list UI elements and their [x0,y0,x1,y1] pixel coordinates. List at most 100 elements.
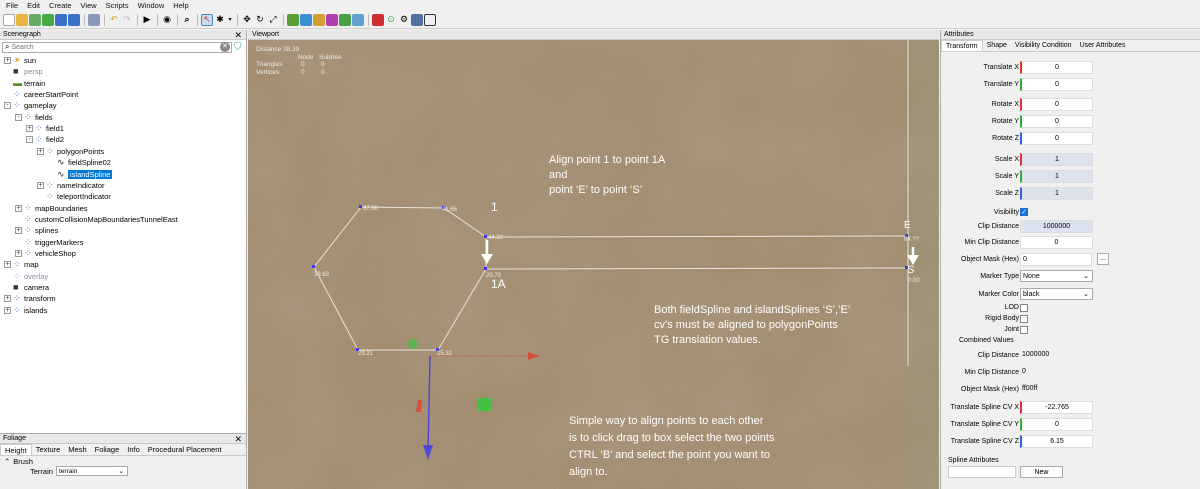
expand-icon[interactable]: + [37,181,44,189]
open-folder-icon[interactable] [16,13,28,26]
foliage-paint-icon[interactable] [313,13,325,26]
play-icon[interactable]: ▶ [141,14,153,26]
import-icon[interactable] [29,13,41,26]
window-icon[interactable] [424,13,436,26]
scale-x-field[interactable]: 1 [1020,152,1093,166]
tree-node[interactable]: ⁘ careerStartPoint [4,89,78,100]
object-mask-field[interactable]: 0 [1020,252,1092,266]
close-icon[interactable]: ✕ [234,434,242,444]
tab-mesh[interactable]: Mesh [64,444,90,455]
tab-height[interactable]: Height [0,444,32,455]
tab-user-attributes[interactable]: User Attributes [1076,40,1130,51]
select-tool-icon[interactable]: ↖ [201,13,213,26]
close-icon[interactable]: ✕ [234,30,242,40]
cv-point[interactable] [484,267,487,270]
gear-icon[interactable]: ⚙ [398,14,410,26]
rotate-icon[interactable]: ↻ [254,14,266,26]
undo-icon[interactable]: ↶ [108,14,120,26]
menu-file[interactable]: File [6,1,18,10]
tree-node[interactable]: ⁘ customCollisionMapBoundariesTunnelEast [15,214,178,225]
terrain-sculpt-icon[interactable] [300,13,312,26]
terrain-select[interactable]: terrain ⌄ [55,466,128,476]
move-icon[interactable]: ✥ [241,14,253,26]
tree-node[interactable]: + ⁘ vehicleShop [15,248,76,259]
search-input[interactable] [11,43,220,51]
spline-cv-z-field[interactable]: 6.15 [1020,434,1093,448]
spline-tool-icon[interactable] [352,13,364,26]
scale-y-field[interactable]: 1 [1020,169,1093,183]
menu-help[interactable]: Help [173,1,188,10]
tree-node[interactable]: ∿ islandSpline [48,169,113,180]
collapse-icon[interactable]: - [26,136,33,144]
collapse-icon[interactable]: - [4,102,11,110]
snap-icon[interactable]: ✱ [214,14,226,26]
expand-icon[interactable]: + [15,227,22,235]
expand-icon[interactable]: + [4,57,11,64]
tab-texture[interactable]: Texture [32,444,65,455]
new-file-icon[interactable] [3,13,15,26]
cv-point[interactable] [312,265,315,268]
expand-icon[interactable]: + [4,295,11,303]
spline-cv-y-field[interactable]: 0 [1020,417,1093,431]
tree-node[interactable]: + ⁘ splines [15,225,58,236]
viewport-canvas[interactable]: Distance 38.39 Node Subtree Triangles 0 … [248,40,939,489]
marker-color-select[interactable]: black ⌄ [1020,288,1093,300]
clear-search-icon[interactable]: ✕ [220,42,230,52]
menu-window[interactable]: Window [138,1,165,10]
translate-x-field[interactable]: 0 [1020,60,1093,74]
decal-icon[interactable] [326,13,338,26]
menu-scripts[interactable]: Scripts [106,1,129,10]
tree-node[interactable]: + ⁘ polygonPoints [37,146,104,157]
tab-procedural-placement[interactable]: Procedural Placement [144,444,226,455]
rotate-z-field[interactable]: 0 [1020,131,1093,145]
rotate-x-field[interactable]: 0 [1020,97,1093,111]
expand-icon[interactable]: + [4,306,11,314]
filter-icon[interactable]: ⛉ [234,42,244,53]
tree-node[interactable]: + ⁘ islands [4,305,47,316]
tree-node[interactable]: ⁘ triggerMarkers [15,237,83,248]
rigid-body-checkbox[interactable] [1020,315,1028,323]
terrain-paint-icon[interactable] [287,13,299,26]
dropdown-arrow-icon[interactable]: ▾ [227,14,233,26]
tree-node[interactable]: ⁘ overlay [4,271,48,282]
brush-section[interactable]: ⌃ Brush [0,456,246,466]
tree-node[interactable]: + ⁘ mapBoundaries [15,203,88,214]
marker-type-select[interactable]: None ⌄ [1020,270,1093,282]
expand-icon[interactable]: + [15,249,22,257]
tree-node[interactable]: - ⁘ field2 [26,134,64,145]
search-icon[interactable]: ⌕ [181,14,193,26]
tree-node[interactable]: + ☀ sun [4,55,36,66]
stop-icon[interactable] [372,13,384,26]
scale-icon[interactable]: ⤢ [267,14,279,26]
tab-transform[interactable]: Transform [941,40,983,51]
new-button[interactable]: New [1020,466,1063,478]
clip-distance-field[interactable]: 1000000 [1020,219,1093,233]
spline-attributes-input[interactable] [948,466,1016,478]
network-icon[interactable] [411,13,423,26]
refresh-icon[interactable] [42,13,54,26]
tree-node[interactable]: + ⁘ nameIndicator [37,180,105,191]
tree-node[interactable]: ▬ terrain [4,78,45,89]
collapse-icon[interactable]: - [15,113,22,121]
tree-node[interactable]: - ⁘ gameplay [4,100,57,111]
tree-node[interactable]: ■ persp [4,66,43,77]
visibility-checkbox[interactable]: ✓ [1020,208,1028,216]
tab-info[interactable]: Info [123,444,144,455]
rotate-y-field[interactable]: 0 [1020,114,1093,128]
expand-icon[interactable]: + [4,261,11,269]
expand-icon[interactable]: + [15,204,22,212]
save-icon[interactable] [55,13,67,26]
redo-icon[interactable]: ↷ [121,14,133,26]
tree-node[interactable]: + ⁘ transform [4,293,56,304]
tab-foliage[interactable]: Foliage [91,444,124,455]
scale-z-field[interactable]: 1 [1020,186,1093,200]
clipboard-icon[interactable] [88,13,100,26]
tab-shape[interactable]: Shape [983,40,1011,51]
tree-node[interactable]: + ⁘ field1 [26,123,64,134]
physics-icon[interactable]: ⊙ [385,14,397,26]
expand-icon[interactable]: + [37,147,44,155]
object-mask-more-button[interactable]: ... [1097,253,1109,265]
tree-node[interactable]: - ⁘ fields [15,112,53,123]
cv-point[interactable] [359,205,362,208]
save-as-icon[interactable] [68,13,80,26]
